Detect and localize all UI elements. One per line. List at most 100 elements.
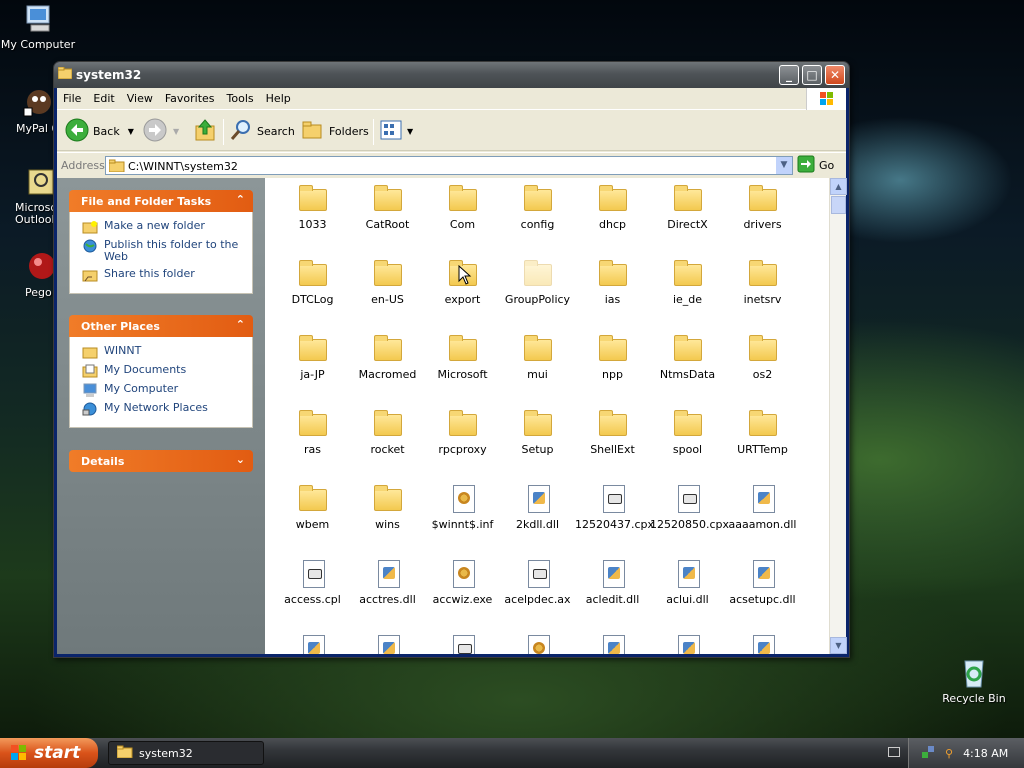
panel-header[interactable]: File and Folder Tasks ⌃ [69, 190, 253, 212]
file-item[interactable] [425, 634, 500, 654]
file-item[interactable]: 1033 [275, 184, 350, 231]
scroll-thumb[interactable] [831, 196, 846, 214]
file-item[interactable]: 12520850.cpx [650, 484, 729, 531]
network-tray-icon[interactable] [921, 745, 935, 762]
taskbar-item-system32[interactable]: system32 [108, 741, 264, 765]
file-item[interactable]: rocket [350, 409, 425, 456]
file-item[interactable]: aclui.dll [650, 559, 725, 606]
file-item[interactable] [725, 634, 800, 654]
up-button[interactable] [193, 118, 217, 143]
place-my-documents[interactable]: My Documents [82, 364, 244, 378]
scroll-down-button[interactable]: ▼ [830, 637, 847, 654]
task-make-new-folder[interactable]: Make a new folder [82, 220, 244, 234]
collapse-chevron-icon[interactable]: ⌃ [236, 193, 245, 206]
file-item[interactable]: access.cpl [275, 559, 350, 606]
desktop-icon-pego[interactable]: Pego [0, 250, 55, 299]
close-button[interactable]: ✕ [825, 65, 845, 85]
desktop-icon-outlook[interactable]: Microsoft Outlook [0, 166, 55, 226]
address-dropdown-button[interactable]: ▼ [775, 157, 792, 174]
file-item[interactable]: 12520437.cpx [575, 484, 654, 531]
file-item[interactable]: acelpdec.ax [500, 559, 575, 606]
scroll-up-button[interactable]: ▲ [830, 178, 847, 195]
address-input[interactable]: C:\WINNT\system32 ▼ [105, 156, 793, 175]
search-button[interactable]: Search [229, 119, 295, 143]
file-item[interactable]: accwiz.exe [425, 559, 500, 606]
file-item[interactable]: Microsoft [425, 334, 500, 381]
maximize-button[interactable]: □ [802, 65, 822, 85]
file-item[interactable]: inetsrv [725, 259, 800, 306]
file-item[interactable]: DirectX [650, 184, 725, 231]
search-tray-icon[interactable]: ⚲ [945, 747, 953, 760]
forward-button[interactable]: ▼ [143, 118, 179, 143]
expand-chevron-icon[interactable]: ⌄ [236, 453, 245, 466]
menu-view[interactable]: View [121, 88, 159, 105]
vertical-scrollbar[interactable]: ▲ ▼ [829, 178, 847, 654]
file-item[interactable]: CatRoot [350, 184, 425, 231]
windows-logo-icon [806, 88, 846, 110]
clock[interactable]: 4:18 AM [963, 747, 1008, 760]
file-item[interactable]: wins [350, 484, 425, 531]
file-item[interactable]: NtmsData [650, 334, 725, 381]
icon-shape [673, 260, 702, 286]
file-item[interactable]: DTCLog [275, 259, 350, 306]
file-item[interactable]: Com [425, 184, 500, 231]
file-item[interactable]: GroupPolicy [500, 259, 575, 306]
file-item[interactable]: npp [575, 334, 650, 381]
file-item[interactable]: wbem [275, 484, 350, 531]
desktop-icon-mypal[interactable]: MyPal 6 [0, 86, 59, 135]
title-bar[interactable]: system32 _ □ ✕ [54, 62, 849, 88]
file-item[interactable]: $winnt$.inf [425, 484, 500, 531]
file-item[interactable]: rpcproxy [425, 409, 500, 456]
file-item[interactable]: drivers [725, 184, 800, 231]
desktop-icon-recycle-bin[interactable]: Recycle Bin [934, 656, 1014, 705]
back-button[interactable]: Back ▼ [65, 118, 134, 143]
file-item[interactable]: ias [575, 259, 650, 306]
file-item[interactable]: en-US [350, 259, 425, 306]
chevron-down-icon[interactable]: ▼ [128, 127, 134, 136]
task-share-folder[interactable]: Share this folder [82, 268, 244, 282]
file-item[interactable]: acledit.dll [575, 559, 650, 606]
menu-edit[interactable]: Edit [87, 88, 120, 105]
file-item[interactable]: URTTemp [725, 409, 800, 456]
file-item[interactable]: Setup [500, 409, 575, 456]
place-winnt[interactable]: WINNT [82, 345, 244, 359]
file-item[interactable]: ja-JP [275, 334, 350, 381]
menu-file[interactable]: File [57, 88, 87, 105]
panel-header[interactable]: Other Places ⌃ [69, 315, 253, 337]
task-publish-to-web[interactable]: Publish this folder to the Web [82, 239, 244, 263]
file-item[interactable]: dhcp [575, 184, 650, 231]
file-item[interactable]: 2kdll.dll [500, 484, 575, 531]
file-item[interactable]: ShellExt [575, 409, 650, 456]
file-item[interactable]: config [500, 184, 575, 231]
place-my-computer[interactable]: My Computer [82, 383, 244, 397]
file-item[interactable]: mui [500, 334, 575, 381]
icon-shape [527, 485, 550, 513]
minimize-button[interactable]: _ [779, 65, 799, 85]
file-name: spool [672, 443, 703, 456]
menu-favorites[interactable]: Favorites [159, 88, 221, 105]
file-item[interactable] [650, 634, 725, 654]
file-item[interactable]: Macromed [350, 334, 425, 381]
file-item[interactable]: ras [275, 409, 350, 456]
views-button[interactable]: ▼ [379, 119, 413, 143]
collapse-chevron-icon[interactable]: ⌃ [236, 318, 245, 331]
file-item[interactable] [350, 634, 425, 654]
start-button[interactable]: start [0, 738, 98, 768]
panel-header[interactable]: Details ⌄ [69, 450, 253, 472]
file-item[interactable] [500, 634, 575, 654]
file-item[interactable]: acsetupc.dll [725, 559, 800, 606]
file-item[interactable]: acctres.dll [350, 559, 425, 606]
desktop-icon-my-computer[interactable]: My Computer [0, 2, 78, 51]
file-item[interactable]: os2 [725, 334, 800, 381]
file-item[interactable]: spool [650, 409, 725, 456]
menu-tools[interactable]: Tools [221, 88, 260, 105]
place-my-network-places[interactable]: My Network Places [82, 402, 244, 416]
file-item[interactable] [275, 634, 350, 654]
file-item[interactable] [575, 634, 650, 654]
go-button[interactable]: Go [797, 155, 834, 175]
file-item[interactable]: aaaamon.dll [725, 484, 800, 531]
folders-button[interactable]: Folders [301, 119, 369, 143]
file-item[interactable]: ie_de [650, 259, 725, 306]
keyboard-icon[interactable] [888, 747, 900, 757]
menu-help[interactable]: Help [260, 88, 297, 105]
